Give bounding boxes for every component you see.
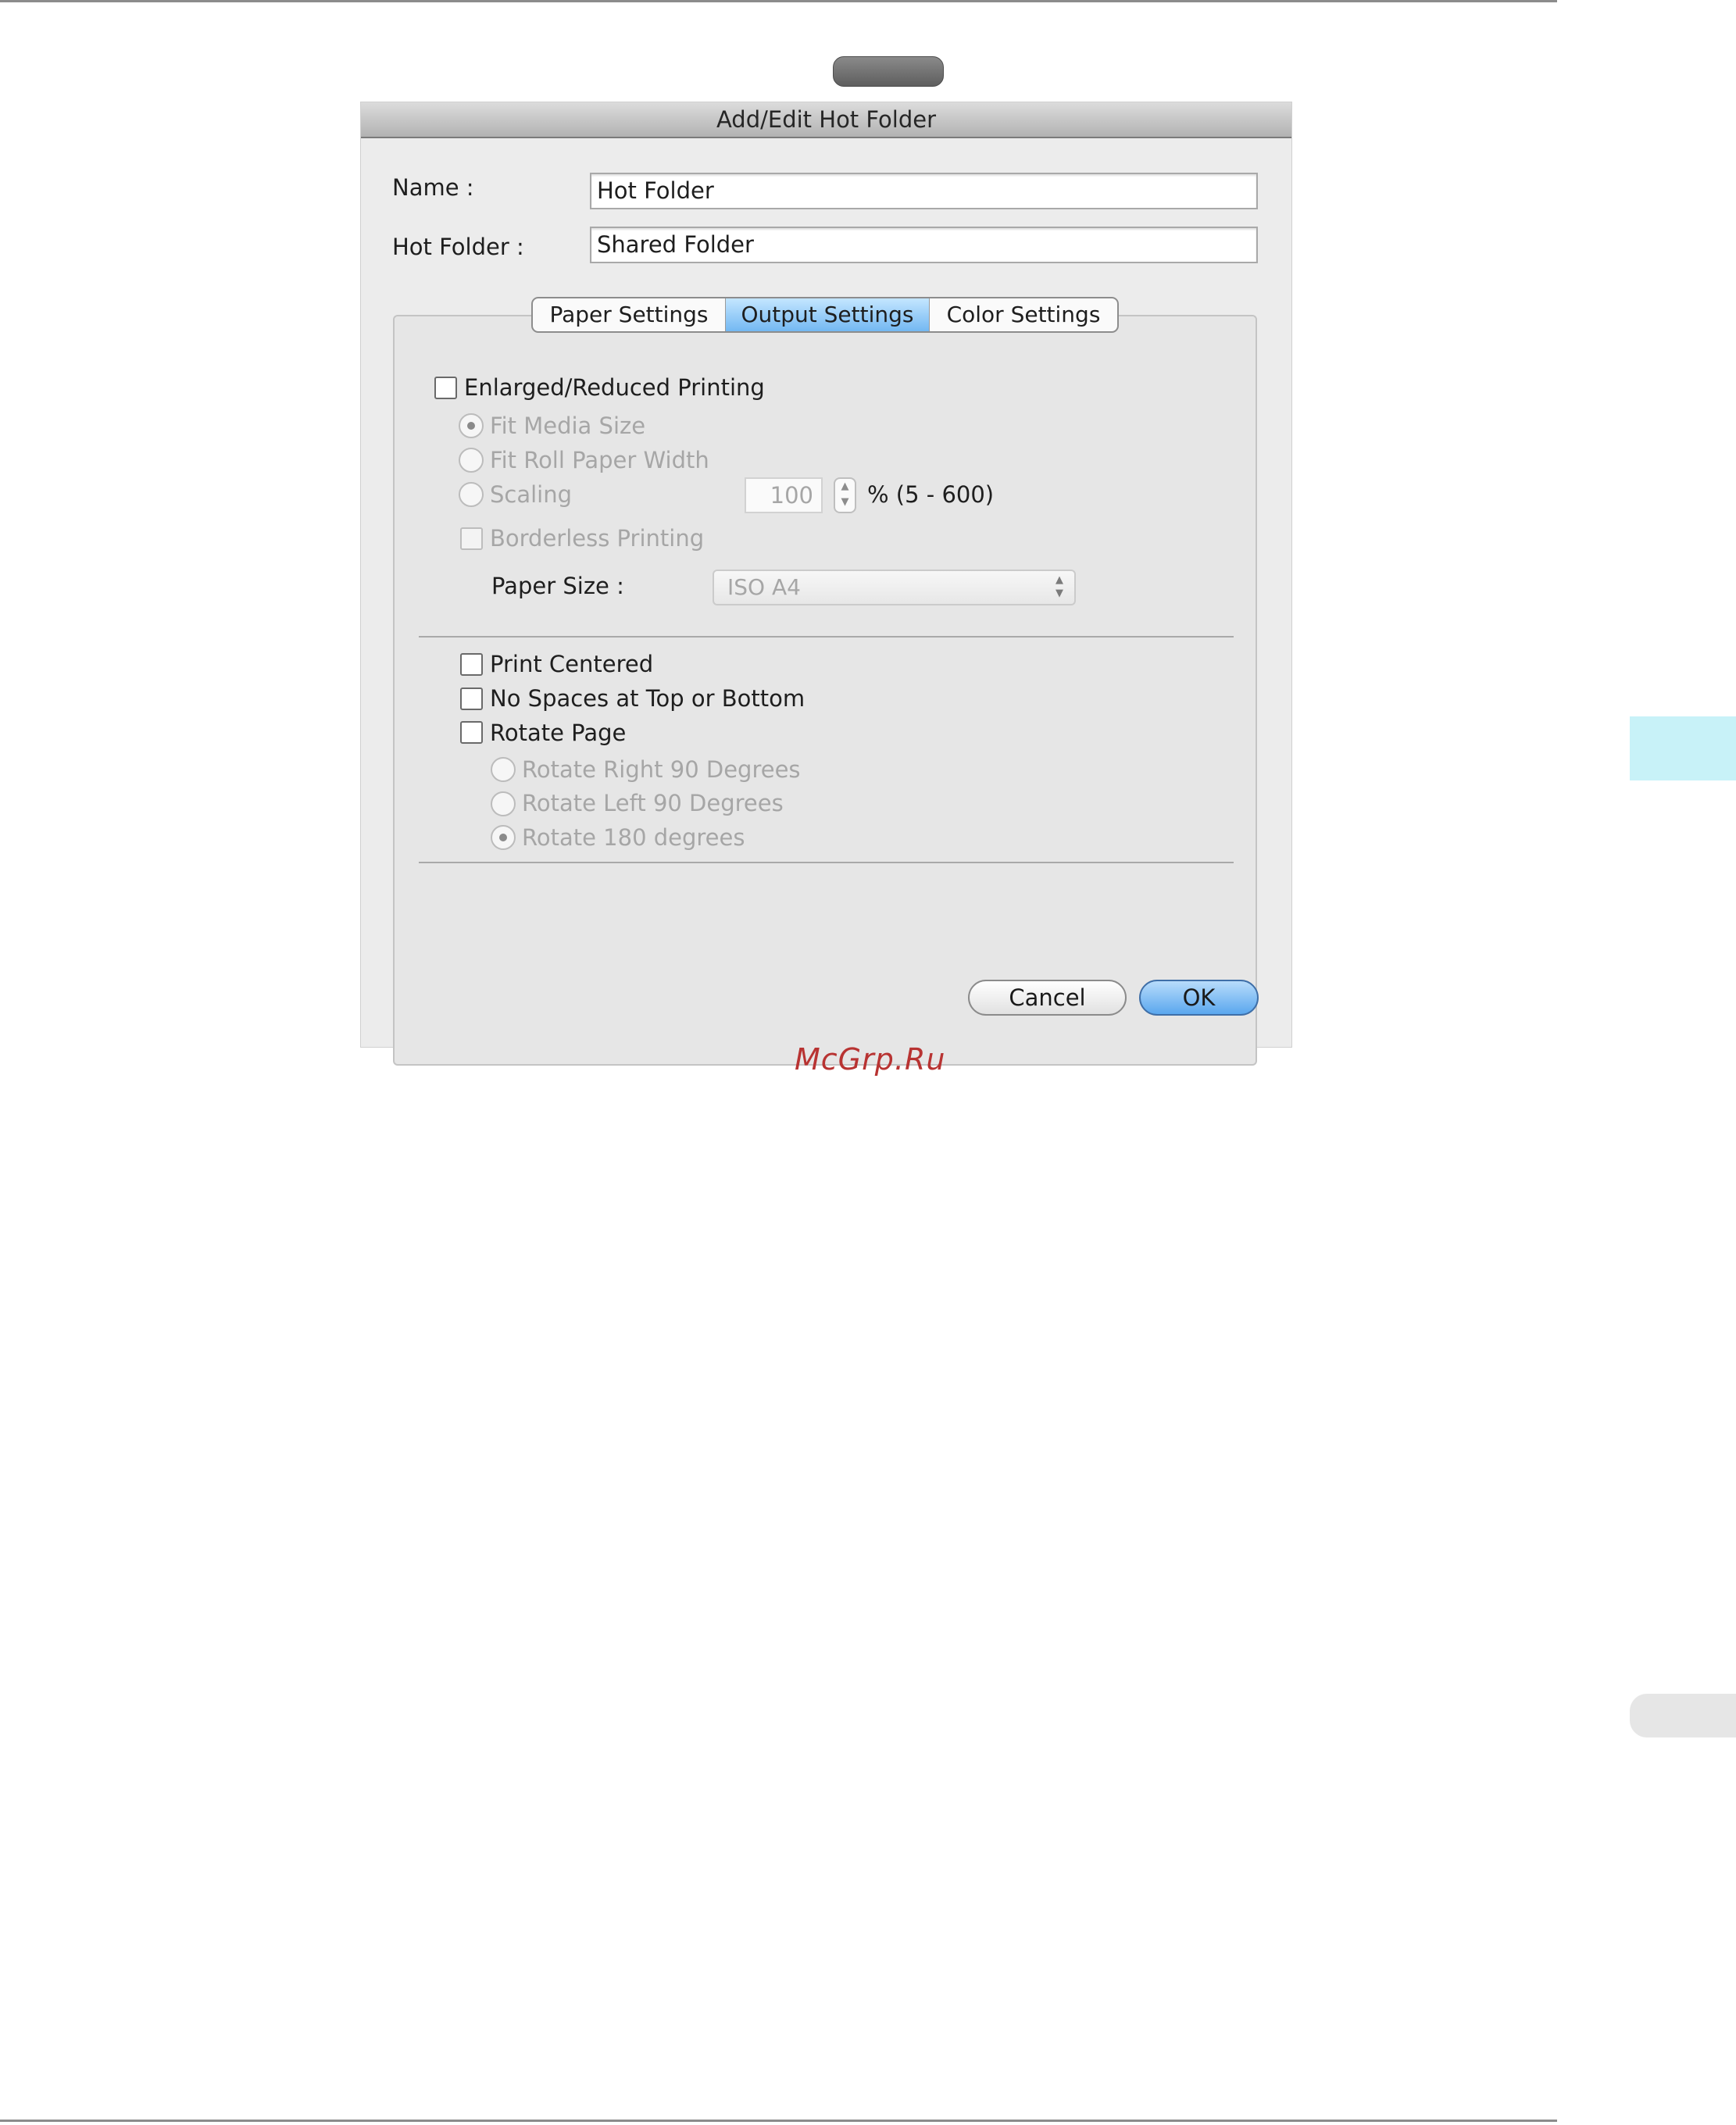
rotate-left-label: Rotate Left 90 Degrees <box>522 790 784 816</box>
name-field[interactable]: Hot Folder <box>590 173 1258 209</box>
rotate-page-label: Rotate Page <box>490 720 627 746</box>
print-centered-checkbox[interactable] <box>460 653 483 676</box>
page-header-tab <box>833 56 944 87</box>
print-centered-label: Print Centered <box>490 651 654 677</box>
scaling-stepper[interactable]: ▲ ▼ <box>834 477 856 513</box>
scaling-range-label: % (5 - 600) <box>867 481 995 508</box>
stepper-down-icon: ▼ <box>841 496 849 508</box>
dialog-title: Add/Edit Hot Folder <box>361 102 1291 138</box>
section-divider-bottom <box>419 862 1234 863</box>
fit-media-size-label: Fit Media Size <box>490 412 646 439</box>
rotate-180-radio[interactable] <box>491 825 516 850</box>
borderless-printing-label: Borderless Printing <box>490 525 705 552</box>
paper-size-label: Paper Size : <box>491 573 624 599</box>
rotate-right-label: Rotate Right 90 Degrees <box>522 756 801 783</box>
watermark-text: McGrp.Ru <box>795 1042 946 1077</box>
enlarged-reduced-label: Enlarged/Reduced Printing <box>464 374 765 401</box>
select-arrows-icon: ▲ ▼ <box>1056 574 1063 599</box>
add-edit-hot-folder-dialog: Add/Edit Hot Folder Name : Hot Folder Ho… <box>361 102 1291 1066</box>
hot-folder-field[interactable]: Shared Folder <box>590 227 1258 263</box>
hot-folder-label: Hot Folder : <box>392 234 524 260</box>
rotate-left-radio[interactable] <box>491 791 516 816</box>
paper-size-select[interactable]: ISO A4 ▲ ▼ <box>713 570 1076 605</box>
side-chapter-tab <box>1630 716 1736 780</box>
cancel-button[interactable]: Cancel <box>968 980 1127 1016</box>
scaling-radio[interactable] <box>459 482 484 507</box>
borderless-printing-checkbox[interactable] <box>460 527 483 550</box>
ok-button[interactable]: OK <box>1139 980 1259 1016</box>
rotate-180-label: Rotate 180 degrees <box>522 824 745 851</box>
fit-roll-paper-width-label: Fit Roll Paper Width <box>490 447 709 473</box>
stepper-up-icon: ▲ <box>841 480 849 492</box>
enlarged-reduced-checkbox[interactable] <box>434 377 457 399</box>
settings-tabs: Paper Settings Output Settings Color Set… <box>531 297 1119 333</box>
tab-output-settings[interactable]: Output Settings <box>725 298 929 331</box>
rotate-right-radio[interactable] <box>491 757 516 782</box>
tab-paper-settings[interactable]: Paper Settings <box>533 298 725 331</box>
tab-color-settings[interactable]: Color Settings <box>929 298 1117 331</box>
top-rule <box>0 0 1557 2</box>
fit-media-size-radio[interactable] <box>459 413 484 438</box>
no-spaces-label: No Spaces at Top or Bottom <box>490 685 805 712</box>
name-label: Name : <box>392 174 474 201</box>
no-spaces-checkbox[interactable] <box>460 688 483 710</box>
section-divider <box>419 636 1234 638</box>
scaling-input[interactable]: 100 <box>745 477 823 513</box>
rotate-page-checkbox[interactable] <box>460 721 483 744</box>
paper-size-value: ISO A4 <box>727 574 801 600</box>
bottom-rule <box>0 2120 1557 2122</box>
fit-roll-paper-width-radio[interactable] <box>459 448 484 473</box>
scaling-label: Scaling <box>490 481 573 508</box>
side-index-tab <box>1630 1694 1736 1738</box>
